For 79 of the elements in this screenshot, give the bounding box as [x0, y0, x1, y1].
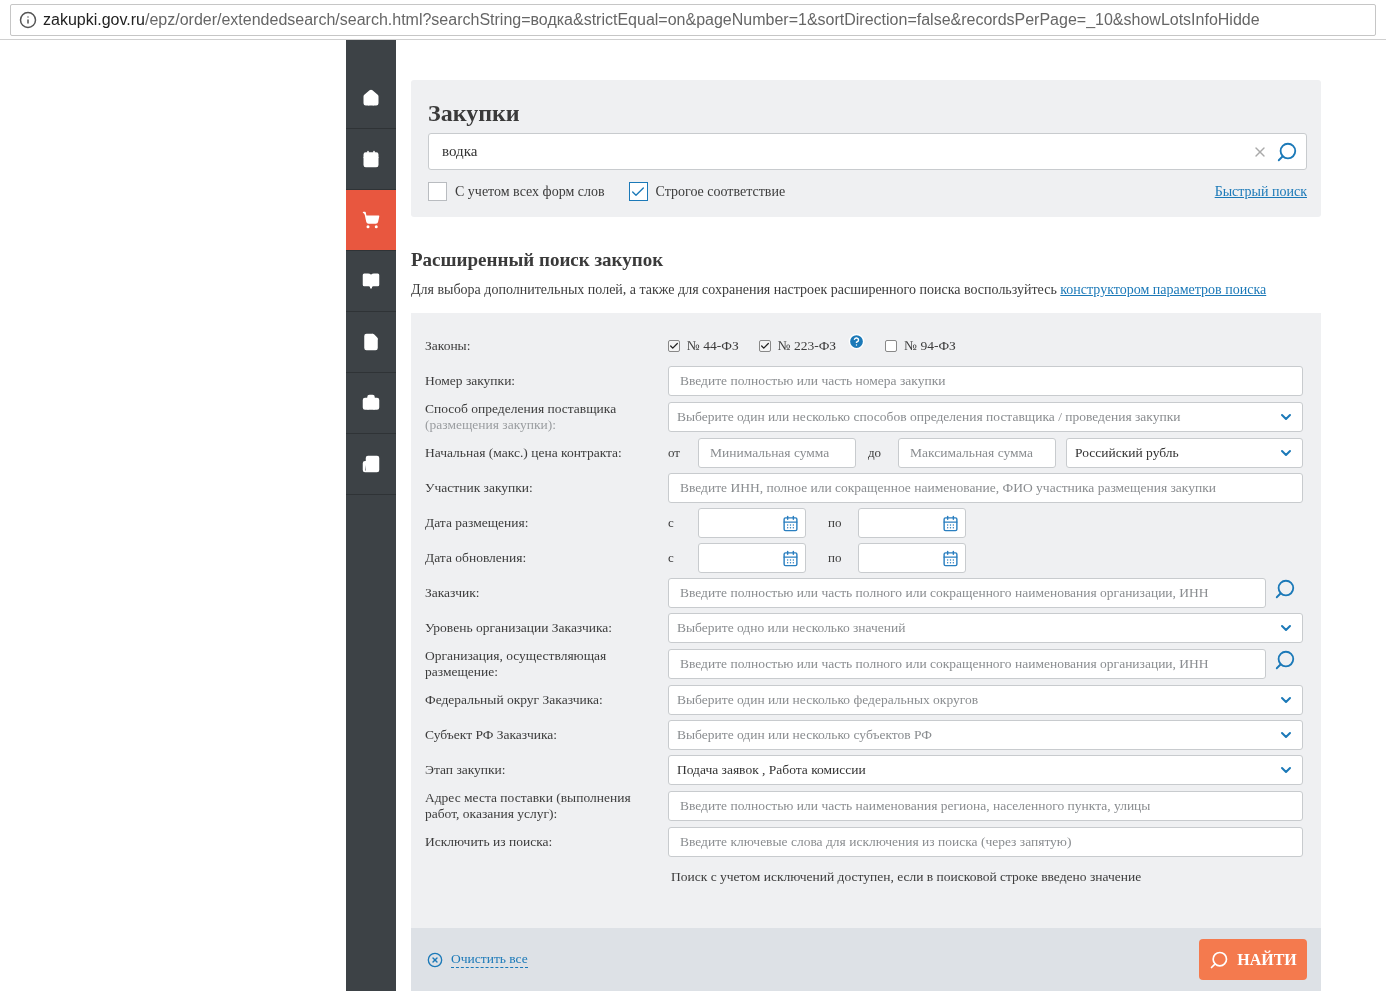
currency-dropdown[interactable]: Российский рубль: [1066, 438, 1303, 468]
law-checkbox[interactable]: № 94-ФЗ: [885, 338, 956, 354]
url-text: zakupki.gov.ru/epz/order/extendedsearch/search.html?searchString=водка&strictEqual=on&pageNumber=1&sortDirection=false&recordsPerPage=_10&showLotsInfoHidde: [43, 10, 1260, 29]
date-field[interactable]: [858, 543, 966, 573]
book-icon: [362, 272, 380, 290]
checkbox[interactable]: [758, 340, 771, 352]
calendar-icon[interactable]: [942, 549, 959, 567]
dropdown[interactable]: Выберите один или несколько субъектов РФ: [668, 720, 1303, 750]
clear-all-link[interactable]: Очистить все: [427, 951, 528, 968]
calendar-icon: [362, 150, 380, 168]
option-checkbox[interactable]: Строгое соответствие: [628, 182, 786, 201]
input-field[interactable]: Введите полностью или часть полного или сокращенного наименования организации, ИНН: [668, 578, 1266, 608]
info-icon[interactable]: [19, 10, 37, 29]
input-field[interactable]: Введите ключевые слова для исключения из поиска (через запятую): [668, 827, 1303, 857]
form-label: Субъект РФ Заказчика:: [425, 727, 558, 743]
from-label: от: [668, 445, 681, 461]
help-icon[interactable]: [848, 332, 866, 350]
search-icon[interactable]: [1274, 578, 1296, 600]
checkbox[interactable]: [885, 340, 898, 352]
section-title: Расширенный поиск закупок: [411, 249, 665, 271]
address-bar[interactable]: zakupki.gov.ru/epz/order/extendedsearch/search.html?searchString=водка&strictEqual=on&pageNumber=1&sortDirection=false&recordsPerPage=_10&showLotsInfoHidde: [10, 3, 1376, 36]
home-icon: [362, 89, 380, 107]
input-field[interactable]: Минимальная сумма: [698, 438, 856, 468]
form-label: Участник закупки:: [425, 480, 534, 496]
law-checkbox[interactable]: № 223-ФЗ: [758, 338, 837, 354]
hint-text: Поиск с учетом исключений доступен, если в поисковой строке введено значение: [670, 869, 1143, 885]
input-field[interactable]: Введите ИНН, полное или сокращенное наименование, ФИО участника размещения закупки: [668, 473, 1303, 503]
from-label: с: [668, 515, 675, 531]
form-label: Уровень организации Заказчика:: [425, 620, 614, 636]
form-label: Федеральный округ Заказчика:: [425, 692, 604, 708]
constructor-link[interactable]: конструктором параметров поиска: [1060, 282, 1267, 297]
date-field[interactable]: [698, 543, 806, 573]
to-label: по: [828, 550, 843, 566]
cart-icon: [362, 211, 380, 229]
document-icon: [362, 333, 380, 351]
briefcase-icon: [362, 394, 380, 412]
dropdown[interactable]: Выберите одно или несколько значений: [668, 613, 1303, 643]
form-label: Организация, осуществляющая размещение:: [425, 648, 608, 680]
dropdown[interactable]: Подача заявок , Работа комиссии: [668, 755, 1303, 785]
form-label: Начальная (макс.) цена контракта:: [425, 445, 623, 461]
checkbox[interactable]: [668, 340, 680, 352]
input-field[interactable]: Введите полностью или часть номера закупки: [668, 366, 1303, 396]
clear-icon: [427, 951, 443, 968]
date-field[interactable]: [698, 508, 806, 538]
description-text: Для выбора дополнительных полей, а также для сохранения настроек расширенного поиска воспользуйтесь конструктором параметров поиска: [411, 281, 1268, 299]
check-icon: [759, 341, 770, 351]
search-input[interactable]: водка: [440, 142, 1244, 161]
to-label: по: [828, 515, 843, 531]
form-label: Заказчик:: [425, 585, 481, 601]
law-checkbox[interactable]: № 44-ФЗ: [668, 338, 739, 354]
form-label: Дата обновления:: [425, 550, 528, 566]
search-icon: [1209, 949, 1230, 970]
form-label: Этап закупки:: [425, 762, 507, 778]
calendar-icon[interactable]: [782, 514, 799, 532]
option-checkbox[interactable]: С учетом всех форм слов: [428, 182, 605, 201]
dropdown[interactable]: Выберите один или несколько федеральных округов: [668, 685, 1303, 715]
input-field[interactable]: Максимальная сумма: [898, 438, 1056, 468]
calendar-icon[interactable]: [782, 549, 799, 567]
from-label: с: [668, 550, 675, 566]
input-field[interactable]: Введите полностью или часть наименования региона, населенного пункта, улицы: [668, 791, 1303, 821]
input-field[interactable]: Введите полностью или часть полного или сокращенного наименования организации, ИНН: [668, 649, 1266, 679]
calendar-icon[interactable]: [942, 514, 959, 532]
form-label: Законы:: [425, 338, 472, 354]
dropdown[interactable]: Выберите один или несколько способов определения поставщика / проведения закупки: [668, 402, 1303, 432]
form-label: Способ определения поставщика (размещения закупки):: [425, 401, 618, 433]
form-label: Адрес места поставки (выполнения работ, оказания услуг):: [425, 790, 632, 822]
search-icon[interactable]: [1274, 649, 1296, 671]
form-label: Исключить из поиска:: [425, 834, 554, 850]
date-field[interactable]: [858, 508, 966, 538]
form-label: Номер закупки:: [425, 373, 517, 389]
search-icon[interactable]: [1276, 140, 1298, 163]
quick-search-link[interactable]: Быстрый поиск: [1214, 183, 1307, 200]
checkbox[interactable]: [428, 182, 447, 201]
page-title: Закупки: [428, 100, 521, 127]
form-label: Дата размещения:: [425, 515, 530, 531]
check-icon: [669, 341, 679, 351]
checkbox[interactable]: [628, 182, 648, 201]
to-label: до: [868, 445, 883, 461]
search-field[interactable]: водка: [428, 133, 1307, 170]
